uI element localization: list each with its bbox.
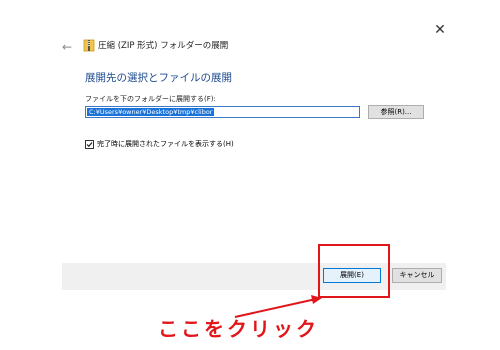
annotation-arrow	[234, 295, 322, 318]
annotation-text: ここをクリック	[158, 317, 319, 341]
